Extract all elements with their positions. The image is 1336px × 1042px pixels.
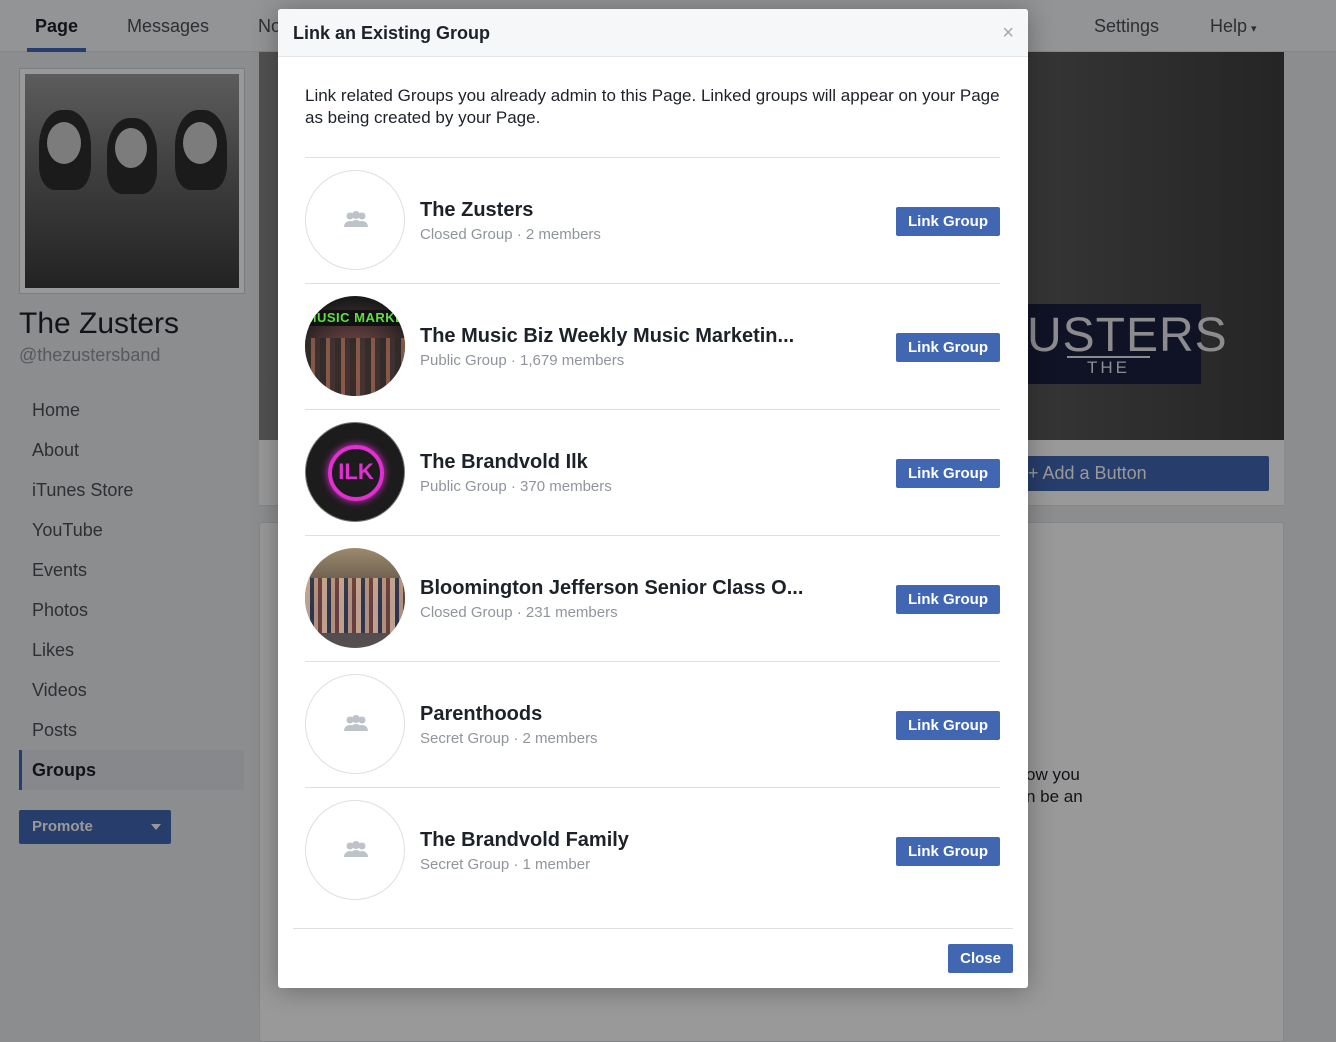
close-button[interactable]: Close <box>948 944 1013 973</box>
link-group-button[interactable]: Link Group <box>896 585 1000 614</box>
group-name[interactable]: The Brandvold Family <box>420 829 629 852</box>
group-meta: Closed Group · 231 members <box>420 604 618 621</box>
group-avatar: MUSIC MARKE <box>305 296 405 396</box>
list-item: ILK The Brandvold Ilk Public Group · 370… <box>305 409 1000 535</box>
list-item: MUSIC MARKE The Music Biz Weekly Music M… <box>305 283 1000 409</box>
link-group-button[interactable]: Link Group <box>896 837 1000 866</box>
list-item: The Brandvold Family Secret Group · 1 me… <box>305 787 1000 913</box>
group-meta: Closed Group · 2 members <box>420 226 601 243</box>
group-name[interactable]: Bloomington Jefferson Senior Class O... <box>420 577 803 600</box>
group-icon <box>344 841 368 857</box>
group-icon <box>344 211 368 227</box>
close-icon[interactable]: × <box>1002 23 1014 43</box>
link-group-button[interactable]: Link Group <box>896 711 1000 740</box>
list-item: Bloomington Jefferson Senior Class O... … <box>305 535 1000 661</box>
group-avatar <box>305 170 405 270</box>
group-meta: Public Group · 1,679 members <box>420 352 625 369</box>
dialog-footer: Close <box>293 928 1013 988</box>
group-icon <box>344 715 368 731</box>
list-item: The Zusters Closed Group · 2 members Lin… <box>305 157 1000 283</box>
group-avatar <box>305 674 405 774</box>
avatar-banner-text: MUSIC MARKE <box>305 310 405 326</box>
avatar-logo-text: ILK <box>338 459 374 484</box>
group-name[interactable]: Parenthoods <box>420 703 542 726</box>
dialog-title: Link an Existing Group <box>293 23 491 43</box>
dialog-header: Link an Existing Group × <box>278 9 1028 57</box>
group-meta: Secret Group · 1 member <box>420 856 591 873</box>
group-meta: Public Group · 370 members <box>420 478 612 495</box>
link-group-button[interactable]: Link Group <box>896 333 1000 362</box>
group-avatar <box>305 800 405 900</box>
group-name[interactable]: The Zusters <box>420 199 533 222</box>
group-list: The Zusters Closed Group · 2 members Lin… <box>305 157 1000 913</box>
link-group-button[interactable]: Link Group <box>896 459 1000 488</box>
group-name[interactable]: The Music Biz Weekly Music Marketin... <box>420 325 794 348</box>
group-name[interactable]: The Brandvold Ilk <box>420 451 588 474</box>
dialog-description: Link related Groups you already admin to… <box>305 86 1000 127</box>
group-avatar <box>305 548 405 648</box>
group-avatar: ILK <box>305 422 405 522</box>
group-meta: Secret Group · 2 members <box>420 730 598 747</box>
link-group-dialog: Link an Existing Group × Link related Gr… <box>278 9 1028 988</box>
link-group-button[interactable]: Link Group <box>896 207 1000 236</box>
list-item: Parenthoods Secret Group · 2 members Lin… <box>305 661 1000 787</box>
